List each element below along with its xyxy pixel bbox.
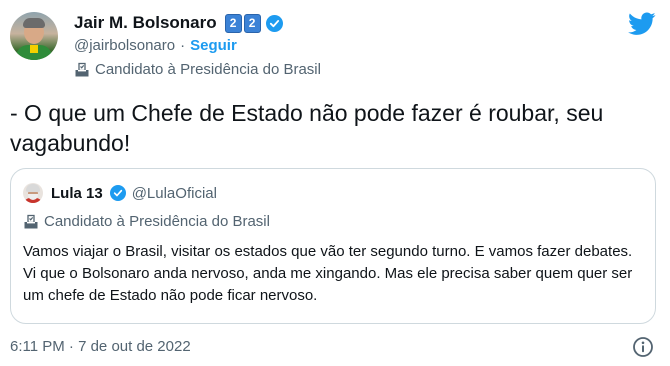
author-display-name[interactable]: Jair M. Bolsonaro [74,13,217,33]
quoted-tweet-text: Vamos viajar o Brasil, visitar os estado… [23,243,633,304]
keycap-22-badge: 2 2 [224,13,261,33]
verified-badge-icon [109,185,126,201]
keycap-digit-1: 2 [224,13,242,33]
quoted-name-row: Lula 13 @LulaOficial [51,183,217,203]
quoted-tweet-card[interactable]: Lula 13 @LulaOficial Candidato à Presidê… [10,168,656,324]
quoted-handle[interactable]: @LulaOficial [132,185,217,202]
ballot-box-icon [23,214,39,230]
author-name-row: Jair M. Bolsonaro 2 2 [74,12,283,34]
quoted-display-name[interactable]: Lula 13 [51,185,103,202]
tweet-embed: Jair M. Bolsonaro 2 2 @jairbolsonaro · S… [0,0,670,366]
quoted-label-text[interactable]: Candidato à Presidência do Brasil [44,213,270,230]
follow-button[interactable]: Seguir [190,37,237,54]
info-icon[interactable] [632,336,654,358]
author-label-text[interactable]: Candidato à Presidência do Brasil [95,61,321,78]
handle-separator: · [180,37,186,54]
author-handle-row: @jairbolsonaro · Seguir [74,37,237,54]
author-handle[interactable]: @jairbolsonaro [74,37,175,54]
tweet-timestamp[interactable]: 6:11 PM · 7 de out de 2022 [10,338,191,355]
quoted-label-row: Candidato à Presidência do Brasil [23,213,270,230]
verified-badge-icon [265,14,283,32]
tweet-text: - O que um Chefe de Estado não pode faze… [10,100,604,156]
twitter-bird-icon[interactable] [628,12,656,36]
quoted-author-avatar[interactable] [23,183,43,203]
author-avatar[interactable] [10,12,58,60]
keycap-digit-2: 2 [243,13,261,33]
ballot-box-icon [74,62,90,78]
author-label-row: Candidato à Presidência do Brasil [74,61,321,78]
